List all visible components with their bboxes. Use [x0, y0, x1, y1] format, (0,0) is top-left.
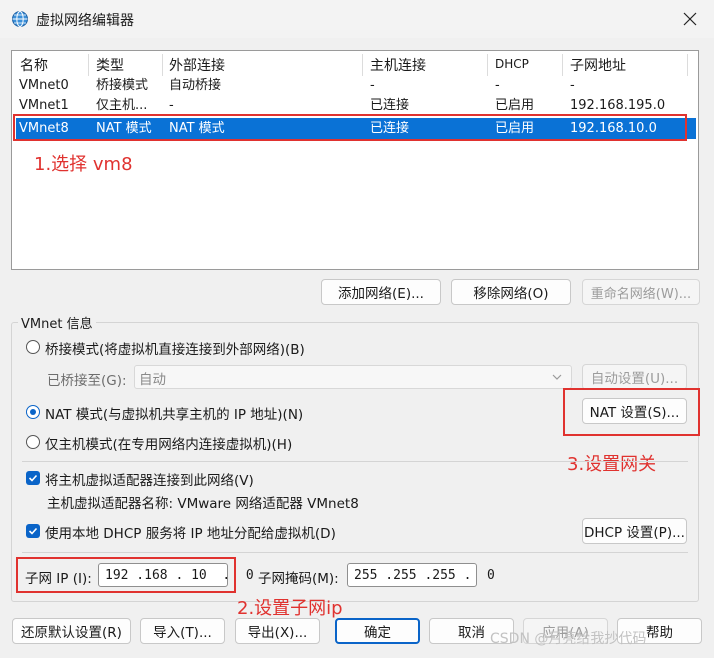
use-dhcp-label[interactable]: 使用本地 DHCP 服务将 IP 地址分配给虚拟机(D): [45, 522, 336, 542]
column-separator: [562, 54, 563, 76]
column-header-host[interactable]: 主机连接: [370, 55, 426, 77]
cell-host: 已连接: [370, 98, 410, 113]
subnet-mask-input[interactable]: 255 .255 .255 . 0: [347, 563, 495, 587]
cell-name: VMnet1: [19, 98, 69, 113]
cell-host: -: [370, 78, 375, 93]
connect-adapter-checkbox[interactable]: [26, 471, 40, 485]
column-separator: [487, 54, 488, 76]
checkmark-icon: [28, 527, 38, 535]
column-header-type[interactable]: 类型: [96, 55, 124, 77]
subnet-mask-label: 子网掩码(M):: [258, 571, 339, 587]
annotation-step2: 2.设置子网ip: [237, 598, 343, 619]
auto-settings-button[interactable]: 自动设置(U)...: [582, 364, 687, 390]
close-button[interactable]: [670, 4, 710, 34]
column-separator: [687, 54, 688, 76]
adapter-name-text: 主机虚拟适配器名称: VMware 网络适配器 VMnet8: [47, 496, 359, 512]
bridged-to-value: 自动: [139, 372, 166, 388]
table-row[interactable]: VMnet0 桥接模式 自动桥接 - - -: [12, 76, 698, 96]
divider: [22, 461, 688, 462]
use-dhcp-checkbox[interactable]: [26, 524, 40, 538]
cell-external: 自动桥接: [169, 78, 222, 93]
export-button[interactable]: 导出(X)...: [235, 618, 320, 644]
host-only-radio[interactable]: [26, 435, 40, 449]
cell-external: -: [169, 98, 174, 113]
cell-dhcp: -: [495, 78, 500, 93]
annotation-step3: 3.设置网关: [567, 454, 657, 475]
vmnet-info-title: VMnet 信息: [18, 313, 96, 332]
column-separator: [162, 54, 163, 76]
column-header-external[interactable]: 外部连接: [169, 55, 225, 77]
bridged-to-label: 已桥接至(G):: [47, 373, 127, 389]
cell-subnet: 192.168.195.0: [570, 98, 666, 113]
remove-network-button[interactable]: 移除网络(O): [451, 279, 571, 305]
connect-adapter-label[interactable]: 将主机虚拟适配器连接到此网络(V): [45, 469, 254, 489]
bridge-mode-label[interactable]: 桥接模式(将虚拟机直接连接到外部网络)(B): [45, 338, 305, 358]
checkmark-icon: [28, 474, 38, 482]
add-network-button[interactable]: 添加网络(E)...: [321, 279, 441, 305]
column-header-name[interactable]: 名称: [20, 55, 48, 77]
column-separator: [88, 54, 89, 76]
bridge-mode-radio[interactable]: [26, 340, 40, 354]
window-title: 虚拟网络编辑器: [36, 13, 134, 29]
annotation-step1: 1.选择 vm8: [34, 154, 133, 175]
network-globe-icon: [12, 11, 28, 27]
column-header-subnet[interactable]: 子网地址: [570, 55, 626, 77]
nat-mode-label[interactable]: NAT 模式(与虚拟机共享主机的 IP 地址)(N): [45, 403, 303, 423]
rename-network-button[interactable]: 重命名网络(W)...: [582, 279, 700, 305]
host-only-label[interactable]: 仅主机模式(在专用网络内连接虚拟机)(H): [45, 433, 292, 453]
ok-button[interactable]: 确定: [335, 618, 420, 644]
cell-type: 仅主机...: [96, 98, 148, 113]
annotation-box-step1: [13, 114, 687, 141]
cell-name: VMnet0: [19, 78, 69, 93]
watermark: CSDN @月亮给我抄代码: [490, 631, 647, 647]
chevron-down-icon: [552, 374, 562, 380]
close-icon: [683, 12, 697, 26]
divider: [22, 552, 688, 553]
bridged-to-select[interactable]: 自动: [134, 365, 572, 389]
nat-mode-radio[interactable]: [26, 405, 40, 419]
restore-defaults-button[interactable]: 还原默认设置(R): [12, 618, 131, 644]
table-row[interactable]: VMnet1 仅主机... - 已连接 已启用 192.168.195.0: [12, 96, 698, 116]
annotation-box-step3: [563, 388, 700, 436]
cell-dhcp: 已启用: [495, 98, 535, 113]
dhcp-settings-button[interactable]: DHCP 设置(P)...: [582, 518, 687, 544]
cell-subnet: -: [570, 78, 575, 93]
column-separator: [362, 54, 363, 76]
annotation-box-step2: [16, 557, 236, 593]
import-button[interactable]: 导入(T)...: [140, 618, 225, 644]
cell-type: 桥接模式: [96, 78, 149, 93]
